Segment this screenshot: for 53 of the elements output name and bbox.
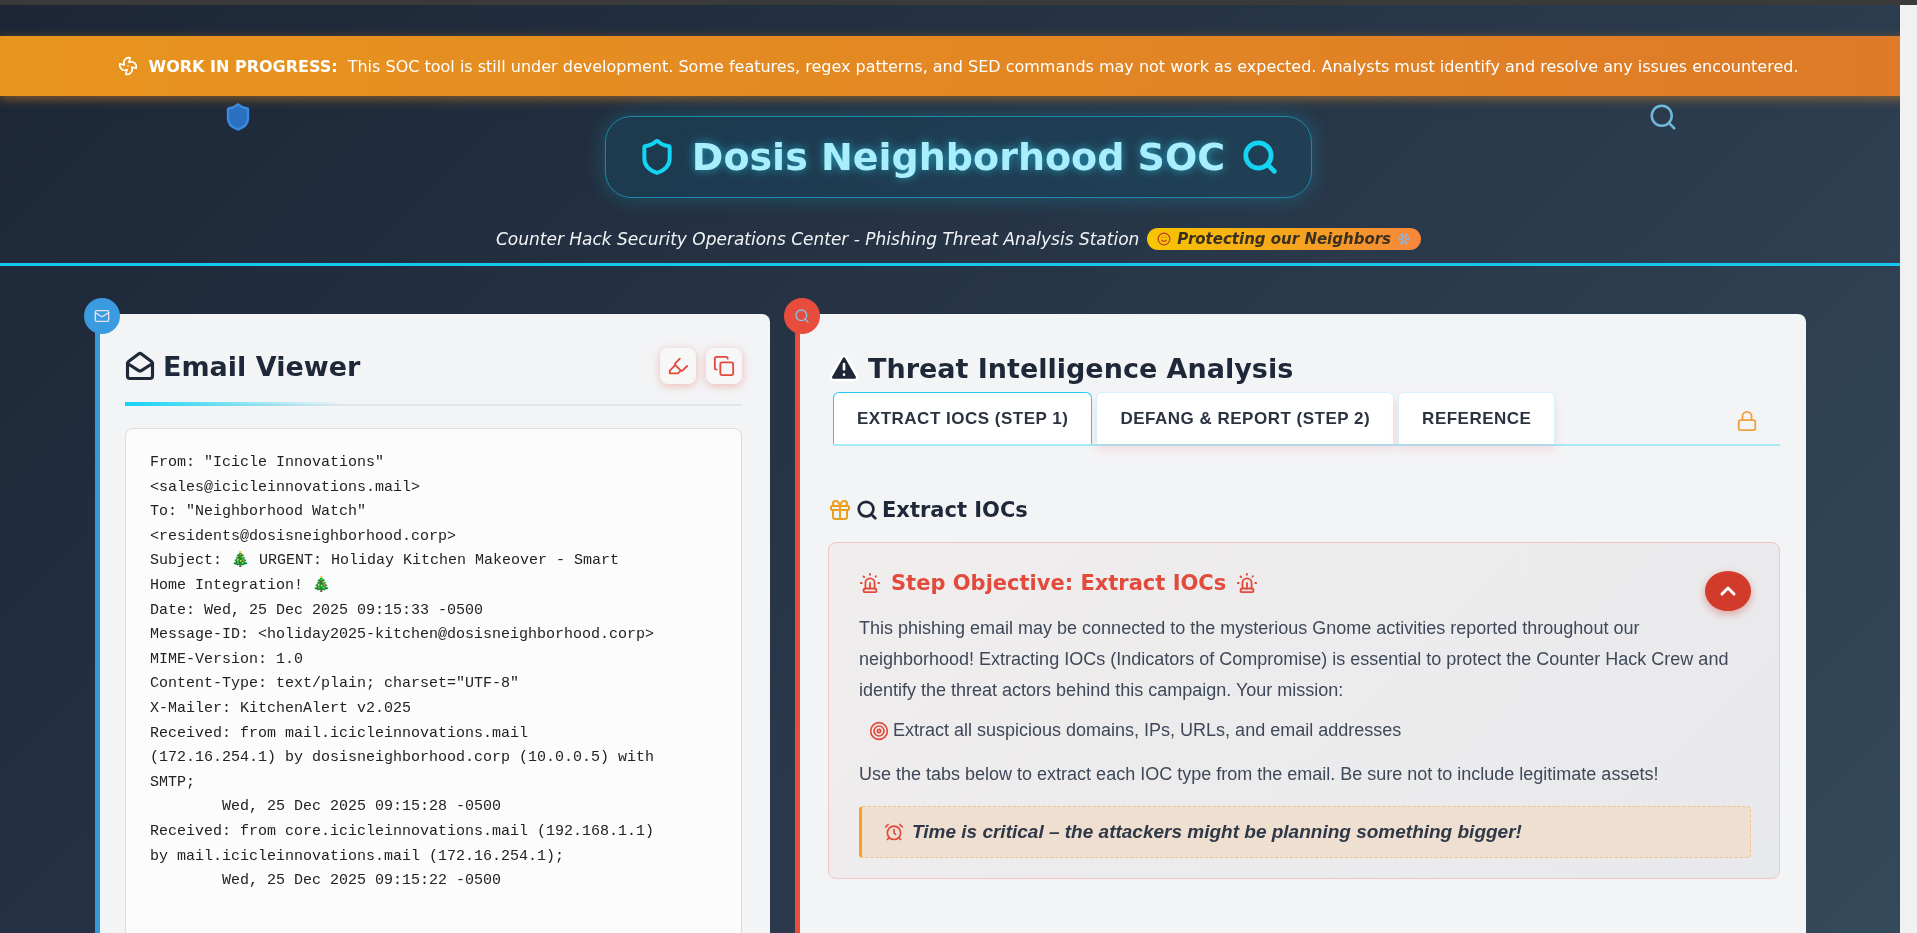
banner-message: This SOC tool is still under development. Some features, regex patterns, and SED commands may not work as expected. Analysts must identify and resolve any issues encountered. [347, 56, 1799, 76]
email-line: Wed, 25 Dec 2025 09:15:22 -0500 [221, 871, 503, 892]
objective-text: This phishing email may be connected to the mysterious Gnome activities reported throughout our neighborhood! Extracting IOCs (Indicators of Compromise) is essential to protect the Counter Hack Crew and identify the threat actors behind this campaign. Your mission: [859, 617, 1730, 702]
fan-icon [118, 56, 139, 76]
email-line: Home Integration! 🎄 [150, 575, 333, 596]
mission-item: Extract all suspicious domains, IPs, URLs, and email addresses [893, 720, 1402, 741]
panel-title: Threat Intelligence Analysis [868, 352, 1294, 384]
subtitle: Counter Hack Security Operations Center - Phishing Threat Analysis Station [495, 229, 1140, 249]
instruction-text: Use the tabs below to extract each IOC type from the email. Be sure not to include legitimate assets! [859, 763, 1660, 786]
email-line: Received: from mail.icicleinnovations.mail [150, 723, 530, 744]
tab[interactable]: EXTRACT IOCS (STEP 1) [833, 392, 1093, 444]
banner-label: WORK IN PROGRESS: [148, 56, 338, 76]
tab[interactable]: DEFANG & REPORT (STEP 2) [1096, 392, 1395, 444]
search-icon [1648, 102, 1678, 132]
email-line: To: "Neighborhood Watch" [150, 502, 368, 523]
scrollbar[interactable] [1900, 5, 1917, 933]
section-title: Extract IOCs [882, 498, 1028, 522]
objective-title: Step Objective: Extract IOCs [891, 571, 1227, 595]
neighbors-badge: Protecting our Neighbors [1147, 228, 1422, 250]
siren-icon [859, 572, 881, 594]
search-icon [856, 499, 878, 521]
collapse-button[interactable] [1705, 571, 1751, 611]
mail-icon [125, 351, 155, 381]
panel-title: Email Viewer [163, 350, 361, 382]
highlight-button[interactable] [660, 348, 696, 384]
highlighter-icon [667, 355, 689, 377]
snowflake-icon [1397, 232, 1412, 246]
email-line: Wed, 25 Dec 2025 09:15:28 -0500 [221, 797, 503, 818]
email-line: MIME-Version: 1.0 [150, 649, 305, 670]
face-icon [1157, 232, 1172, 246]
search-icon [1241, 138, 1280, 176]
email-line: SMTP; [150, 772, 196, 793]
warning-icon [828, 352, 860, 384]
target-icon [869, 720, 889, 741]
email-line: Content-Type: text/plain; charset="UTF-8" [150, 674, 521, 695]
email-line: Received: from core.icicleinnovations.mail (192.168.1.1) [150, 821, 656, 842]
copy-icon [713, 355, 735, 377]
email-line: From: "Icicle Innovations" [150, 453, 386, 473]
siren-icon [1236, 572, 1259, 594]
email-line: X-Mailer: KitchenAlert v2.025 [150, 698, 413, 719]
warning-text: Time is critical – the attackers might be planning something bigger! [912, 821, 1522, 843]
email-line: <sales@icicleinnovations.mail> [150, 477, 422, 498]
tab[interactable]: REFERENCE [1398, 392, 1556, 444]
gift-icon [828, 498, 852, 522]
email-line: by mail.icicleinnovations.mail (172.16.254.1); [150, 846, 566, 867]
email-line: <residents@dosisneighborhood.corp> [150, 526, 458, 547]
email-line: Subject: 🎄 URGENT: Holiday Kitchen Makeover - Smart [150, 550, 621, 572]
email-line: (172.16.254.1) by dosisneighborhood.corp (10.0.0.5) with [150, 748, 656, 769]
email-line: Date: Wed, 25 Dec 2025 09:15:33 -0500 [150, 600, 485, 621]
email-line: Message-ID: <holiday2025-kitchen@dosisneighborhood.corp> [150, 625, 656, 646]
app-title: Dosis Neighborhood SOC [691, 135, 1226, 179]
copy-button[interactable] [706, 348, 742, 384]
alarm-clock-icon [884, 822, 904, 842]
